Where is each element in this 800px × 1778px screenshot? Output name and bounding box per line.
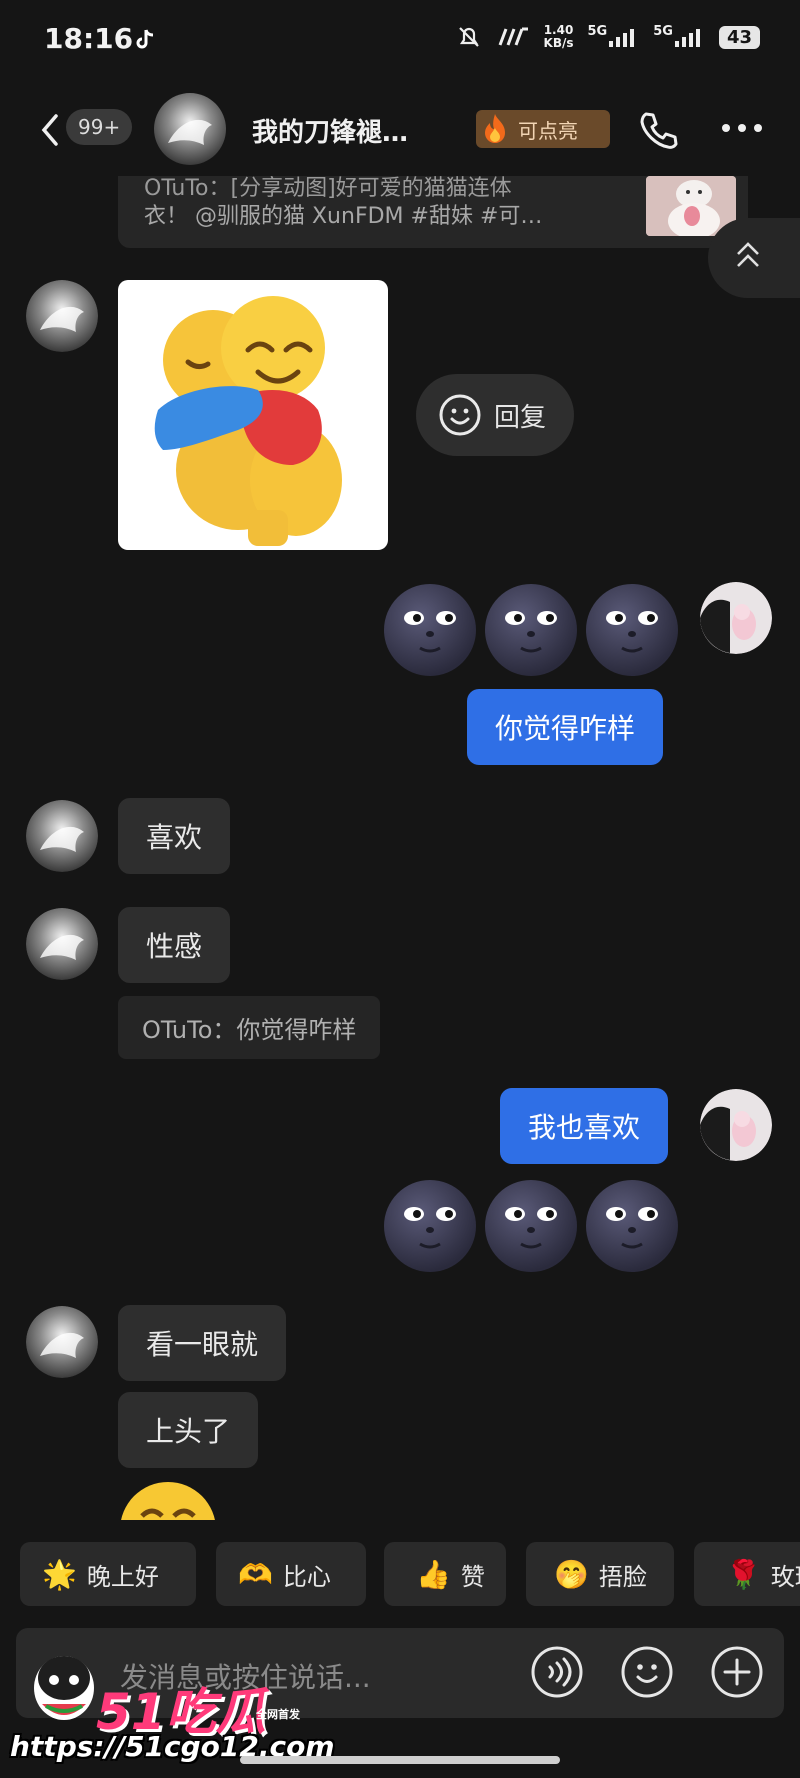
incoming-message[interactable]: 上头了 bbox=[118, 1392, 259, 1468]
moon-emoji-row-1 bbox=[382, 582, 680, 678]
mute-bell-icon bbox=[458, 27, 479, 47]
signal-2: 5G bbox=[653, 24, 705, 47]
voice-call-button[interactable] bbox=[636, 108, 680, 152]
scroll-to-top-button[interactable] bbox=[708, 218, 800, 298]
contact-avatar[interactable] bbox=[26, 280, 98, 352]
emoji-icon[interactable] bbox=[620, 1645, 674, 1699]
incoming-message[interactable]: 喜欢 bbox=[118, 798, 231, 874]
quick-reply-chip[interactable]: 🌟 晚上好 bbox=[20, 1542, 196, 1606]
my-avatar[interactable] bbox=[700, 1089, 772, 1161]
quick-reply-chip[interactable]: 🌹玫瑰 bbox=[694, 1542, 800, 1606]
new-moon-face-icon bbox=[586, 1180, 678, 1272]
new-moon-face-icon bbox=[384, 584, 476, 676]
contact-avatar[interactable] bbox=[154, 93, 226, 165]
home-indicator[interactable] bbox=[240, 1756, 560, 1764]
signal-1: 5G bbox=[588, 24, 640, 47]
contact-avatar[interactable] bbox=[26, 908, 98, 980]
new-moon-face-icon bbox=[485, 1180, 577, 1272]
status-time: 18:16 bbox=[44, 22, 134, 55]
streak-label: 可点亮 bbox=[518, 118, 578, 143]
moon-emoji-row-2 bbox=[382, 1178, 680, 1274]
quick-reply-chip[interactable]: 🤭 捂脸 bbox=[526, 1542, 674, 1606]
outgoing-message[interactable]: 我也喜欢 bbox=[500, 1088, 669, 1164]
new-moon-face-icon bbox=[384, 1180, 476, 1272]
my-avatar[interactable] bbox=[700, 582, 772, 654]
new-moon-face-icon bbox=[586, 584, 678, 676]
chevron-up-icon bbox=[737, 242, 759, 267]
watermark-mascot bbox=[28, 1648, 100, 1730]
battery-level: 43 bbox=[718, 25, 760, 49]
plus-icon[interactable] bbox=[710, 1645, 764, 1699]
chat-title[interactable]: 我的刀锋褪… bbox=[252, 112, 408, 149]
new-moon-face-icon bbox=[485, 584, 577, 676]
watermark-tag: 全网首发 bbox=[256, 1708, 300, 1721]
shared-post-card[interactable]: OTuTo：[分享动图]好可爱的猫猫连体 衣！ @驯服的猫 XunFDM #甜妹… bbox=[118, 176, 748, 248]
contact-avatar[interactable] bbox=[26, 1306, 98, 1378]
outgoing-message[interactable]: 你觉得咋样 bbox=[467, 689, 664, 765]
reply-button[interactable]: 回复 bbox=[416, 374, 574, 456]
shared-post-line-2: 衣！ @驯服的猫 XunFDM #甜妹 #可… bbox=[144, 204, 543, 229]
more-dots-icon bbox=[722, 124, 762, 132]
unread-count-badge[interactable]: 99+ bbox=[66, 109, 133, 145]
flame-icon bbox=[485, 114, 505, 143]
back-arrow-icon bbox=[41, 114, 58, 146]
incoming-message[interactable]: 性感 bbox=[118, 907, 231, 983]
streak-badge[interactable]: 可点亮 bbox=[476, 110, 610, 148]
tiktok-icon bbox=[134, 28, 156, 52]
voice-icon[interactable] bbox=[530, 1645, 584, 1699]
hd-icon bbox=[498, 27, 528, 46]
quick-reply-chip[interactable]: 👍 赞 bbox=[384, 1542, 506, 1606]
back-button[interactable] bbox=[36, 110, 66, 150]
contact-avatar[interactable] bbox=[26, 800, 98, 872]
network-speed: 1.40 KB/s bbox=[543, 23, 574, 50]
phone-icon bbox=[640, 112, 678, 149]
grinning-emoji-partial bbox=[118, 1480, 218, 1520]
hug-sticker[interactable] bbox=[118, 280, 388, 550]
quick-reply-chip[interactable]: 🫶 比心 bbox=[216, 1542, 366, 1606]
reply-button-label: 回复 bbox=[494, 402, 547, 433]
more-options-button[interactable] bbox=[720, 118, 764, 138]
smiley-icon bbox=[439, 394, 481, 436]
incoming-message[interactable]: 看一眼就 bbox=[118, 1305, 287, 1381]
quoted-reply-reference[interactable]: OTuTo：你觉得咋样 bbox=[118, 996, 381, 1059]
status-icons: 1.40 KB/s 5G 5G 43 bbox=[456, 24, 760, 50]
